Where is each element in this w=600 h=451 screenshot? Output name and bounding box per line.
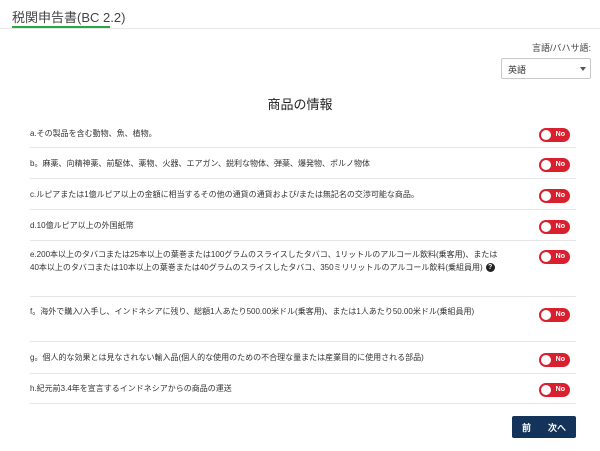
list-item: a.その製品を含む動物、魚、植物。 No: [30, 118, 576, 148]
toggle-knob: [541, 160, 551, 170]
next-button[interactable]: 次へ: [548, 421, 566, 434]
yes-no-toggle[interactable]: No: [539, 189, 570, 203]
list-item: d.10億ルピア以上の外国紙幣 No: [30, 210, 576, 241]
yes-no-toggle[interactable]: No: [539, 158, 570, 172]
toggle-label: No: [555, 386, 565, 393]
list-item: b。麻薬、向精神薬、前駆体、薬物、火器、エアガン、鋭利な物体、弾薬、爆発物、ポル…: [30, 148, 576, 179]
language-select[interactable]: 英語: [501, 58, 591, 79]
toggle-knob: [541, 191, 551, 201]
yes-no-toggle[interactable]: No: [539, 128, 570, 142]
yes-no-toggle[interactable]: No: [539, 250, 570, 264]
toggle-label: No: [555, 192, 565, 199]
item-text: c.ルピアまたは1億ルピア以上の金額に相当するその他の通貨の通貨および/または無…: [30, 190, 419, 199]
header-tab-bar: 税関申告書(BC 2.2): [0, 0, 600, 29]
section-title: 商品の情報: [267, 97, 333, 112]
prev-next-button-group: 前 次へ: [512, 416, 576, 438]
toggle-label: No: [555, 356, 565, 363]
toggle-label: No: [555, 311, 565, 318]
toggle-knob: [541, 130, 551, 140]
customs-declaration-page: 税関申告書(BC 2.2) 言語/バハサ語: 英語 商品の情報 a.その製品を含…: [0, 0, 600, 451]
toggle-label: No: [555, 253, 565, 260]
language-select-value: 英語: [508, 65, 527, 75]
item-text: d.10億ルピア以上の外国紙幣: [30, 221, 134, 230]
chevron-down-icon: [580, 67, 586, 71]
toggle-knob: [541, 252, 551, 262]
list-item: e.200本以上のタバコまたは25本以上の葉巻または100グラムのスライスしたタ…: [30, 241, 576, 297]
item-text-content: e.200本以上のタバコまたは25本以上の葉巻または100グラムのスライスしたタ…: [30, 250, 498, 272]
item-text: g。個人的な効果とは見なされない輸入品(個人的な使用のための不合理な量または産業…: [30, 353, 424, 362]
list-item: g。個人的な効果とは見なされない輸入品(個人的な使用のための不合理な量または産業…: [30, 342, 576, 374]
active-tab-underline: [12, 26, 110, 28]
yes-no-toggle[interactable]: No: [539, 220, 570, 234]
toggle-label: No: [555, 223, 565, 230]
goods-question-list: a.その製品を含む動物、魚、植物。 No b。麻薬、向精神薬、前駆体、薬物、火器…: [30, 118, 576, 404]
toggle-label: No: [555, 131, 565, 138]
item-text: e.200本以上のタバコまたは25本以上の葉巻または100グラムのスライスしたタ…: [30, 241, 576, 274]
item-text: f。海外で購入/入手し、インドネシアに残り、総額1人あたり500.00米ドル(乗…: [30, 307, 475, 316]
toggle-knob: [541, 355, 551, 365]
toggle-label: No: [555, 161, 565, 168]
prev-button[interactable]: 前: [522, 421, 531, 434]
list-item: h.紀元前3.4年を宣言するインドネシアからの商品の運送 No: [30, 374, 576, 404]
help-icon[interactable]: ?: [485, 263, 495, 273]
item-text: b。麻薬、向精神薬、前駆体、薬物、火器、エアガン、鋭利な物体、弾薬、爆発物、ポル…: [30, 159, 370, 168]
yes-no-toggle[interactable]: No: [539, 383, 570, 397]
toggle-knob: [541, 385, 551, 395]
page-title[interactable]: 税関申告書(BC 2.2): [12, 7, 125, 26]
yes-no-toggle[interactable]: No: [539, 308, 570, 322]
toggle-knob: [541, 310, 551, 320]
language-label: 言語/バハサ語:: [531, 43, 591, 53]
item-text: h.紀元前3.4年を宣言するインドネシアからの商品の運送: [30, 384, 232, 393]
item-text: a.その製品を含む動物、魚、植物。: [30, 129, 157, 138]
toggle-knob: [541, 222, 551, 232]
list-item: c.ルピアまたは1億ルピア以上の金額に相当するその他の通貨の通貨および/または無…: [30, 179, 576, 210]
yes-no-toggle[interactable]: No: [539, 353, 570, 367]
list-item: f。海外で購入/入手し、インドネシアに残り、総額1人あたり500.00米ドル(乗…: [30, 297, 576, 342]
